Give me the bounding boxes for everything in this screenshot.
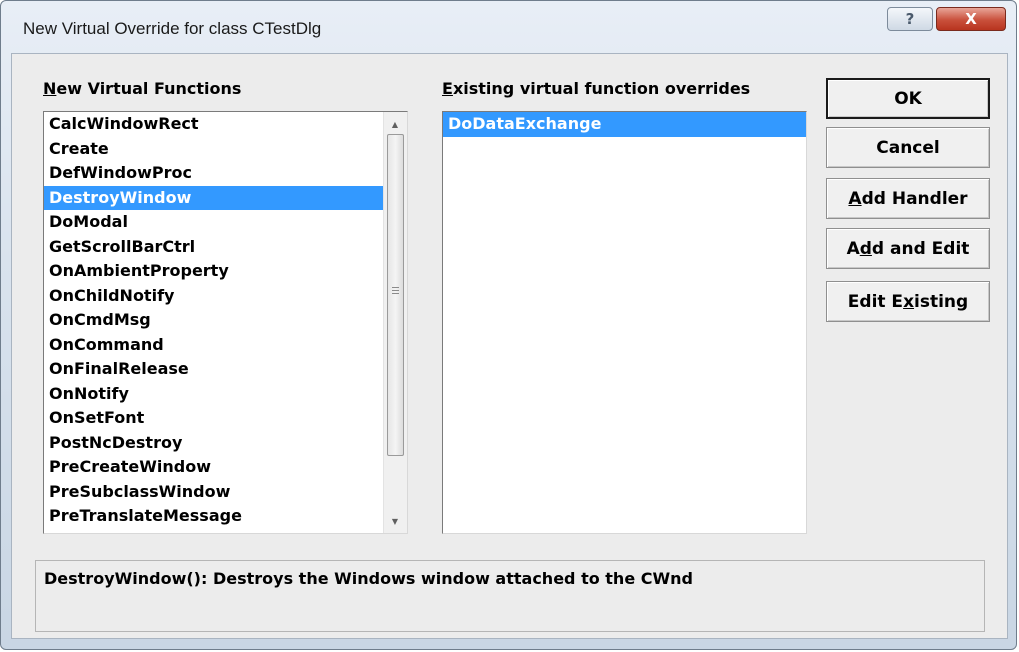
grip-line <box>392 293 399 294</box>
list-items: CalcWindowRect Create DefWindowProc Destroy… <box>44 112 407 529</box>
list-item[interactable]: DoDataExchange <box>443 112 806 137</box>
list-item[interactable]: OnFinalRelease <box>44 357 407 382</box>
accelerator: A <box>848 188 862 209</box>
scroll-up-button[interactable]: ▲ <box>384 114 406 134</box>
triangle-down-icon: ▼ <box>391 516 399 526</box>
list-item[interactable]: DefWindowProc <box>44 161 407 186</box>
window-title: New Virtual Override for class CTestDlg <box>23 19 322 38</box>
add-and-edit-label: Add and Edit <box>847 239 970 259</box>
ok-button-label: OK <box>894 88 922 109</box>
scroll-thumb[interactable] <box>387 134 404 456</box>
ok-button[interactable]: OK <box>826 78 990 119</box>
title-bar[interactable]: New Virtual Override for class CTestDlg … <box>1 1 1016 55</box>
close-button[interactable]: X <box>936 7 1006 31</box>
list-item[interactable]: OnNotify <box>44 382 407 407</box>
list-item[interactable]: OnCommand <box>44 333 407 358</box>
dialog-window: New Virtual Override for class CTestDlg … <box>0 0 1017 650</box>
label-text: A <box>846 238 860 259</box>
scroll-down-button[interactable]: ▼ <box>384 511 406 531</box>
cancel-button[interactable]: Cancel <box>826 127 990 168</box>
triangle-up-icon: ▲ <box>391 119 399 129</box>
edit-existing-label: Edit Existing <box>848 292 968 312</box>
function-description: DestroyWindow(): Destroys the Windows wi… <box>35 560 985 632</box>
list-item[interactable]: PreTranslateMessage <box>44 504 407 529</box>
list-item[interactable]: PreCreateWindow <box>44 455 407 480</box>
add-and-edit-button[interactable]: Add and Edit <box>826 228 990 269</box>
question-mark-icon: ? <box>905 10 915 28</box>
add-handler-label: Add Handler <box>848 189 967 209</box>
list-scrollbar[interactable]: ▲ ▼ <box>383 112 407 533</box>
grip-line <box>392 290 399 291</box>
list-items: DoDataExchange <box>443 112 806 137</box>
list-item[interactable]: DestroyWindow <box>44 185 407 210</box>
list-item[interactable]: OnChildNotify <box>44 284 407 309</box>
new-virtual-functions-list[interactable]: CalcWindowRect Create DefWindowProc Destroy… <box>43 111 408 534</box>
list-item[interactable]: DoModal <box>44 210 407 235</box>
list-item[interactable]: PreSubclassWindow <box>44 480 407 505</box>
label-accelerator: E <box>442 79 453 98</box>
list-item[interactable]: OnCmdMsg <box>44 308 407 333</box>
list-item[interactable]: PostNcDestroy <box>44 431 407 456</box>
label-text: xisting virtual function overrides <box>452 79 751 98</box>
grip-line <box>392 287 399 288</box>
label-text: Edit E <box>847 291 904 312</box>
help-button[interactable]: ? <box>887 7 933 31</box>
accelerator: d <box>859 238 872 259</box>
accelerator: x <box>903 291 915 312</box>
label-text: d and Edit <box>871 238 970 259</box>
add-handler-button[interactable]: Add Handler <box>826 178 990 219</box>
label-accelerator: N <box>43 79 57 98</box>
edit-existing-button[interactable]: Edit Existing <box>826 281 990 322</box>
cancel-button-label: Cancel <box>876 137 940 158</box>
list-item[interactable]: OnAmbientProperty <box>44 259 407 284</box>
label-text: isting <box>914 291 969 312</box>
list-item[interactable]: OnSetFont <box>44 406 407 431</box>
existing-overrides-label: Existing virtual function overrides <box>442 79 750 98</box>
label-text: dd Handler <box>861 188 968 209</box>
list-item[interactable]: Create <box>44 137 407 162</box>
new-virtual-functions-label: New Virtual Functions <box>43 79 241 98</box>
list-item[interactable]: CalcWindowRect <box>44 112 407 137</box>
label-text: ew Virtual Functions <box>56 79 242 98</box>
list-item[interactable]: GetScrollBarCtrl <box>44 235 407 260</box>
close-icon: X <box>965 10 977 28</box>
existing-overrides-list[interactable]: DoDataExchange <box>442 111 807 534</box>
